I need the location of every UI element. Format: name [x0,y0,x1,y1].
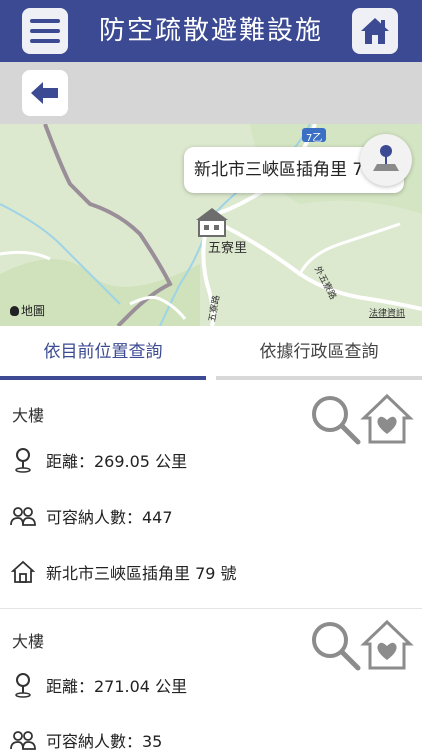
current-location-button[interactable] [360,134,412,186]
facility-type: 大樓 [12,406,45,425]
people-icon [10,503,36,529]
people-icon [10,727,36,753]
arrow-left-icon [31,82,58,104]
capacity-text: 可容納人數：447 [46,508,173,527]
home-button[interactable] [352,8,398,54]
heart-home-icon[interactable] [360,392,414,446]
location-pin-icon [10,672,36,698]
tab-current-location[interactable]: 依目前位置查詢 [0,326,206,382]
address-row: 新北市三峽區插角里 79 號 [10,558,237,586]
page-title: 防空疏散避難設施 [98,16,323,46]
home-icon [361,18,389,44]
app-header: 防空疏散避難設施 [0,0,422,62]
map-pin-icon [373,145,399,171]
card-actions [308,618,414,674]
active-tab-indicator [0,376,206,380]
menu-icon [30,19,60,43]
place-label: 五寮里 [208,241,248,256]
search-icon[interactable] [308,618,362,672]
map-attribution: 地圖 [10,302,45,319]
tab-district[interactable]: 依據行政區查詢 [216,326,422,382]
result-card[interactable]: 大樓 距離：269.05 公里 可容納人數：447 新北市三峽區插角里 79 號 [0,382,422,608]
distance-row: 距離：271.04 公里 [10,671,187,699]
apple-logo-icon [10,306,19,316]
house-icon [10,559,36,585]
back-button[interactable] [22,70,68,116]
road-badge-label: 7乙 [306,133,323,144]
result-card[interactable]: 大樓 距離：271.04 公里 可容納人數：35 [0,608,422,753]
menu-button[interactable] [22,8,68,54]
heart-home-icon[interactable] [360,618,414,672]
capacity-row: 可容納人數：447 [10,502,173,530]
legal-link[interactable]: 法律資訊 [369,306,405,319]
search-icon[interactable] [308,392,362,446]
location-pin-icon [10,447,36,473]
distance-text: 距離：271.04 公里 [46,677,188,696]
distance-text: 距離：269.05 公里 [46,452,188,471]
card-actions [308,392,414,448]
inactive-tab-indicator [216,376,422,380]
search-mode-tabs: 依目前位置查詢 依據行政區查詢 [0,326,422,382]
facility-type: 大樓 [12,632,45,651]
address-text: 新北市三峽區插角里 79 號 [46,564,237,583]
capacity-text: 可容納人數：35 [46,732,163,751]
navigation-bar [0,62,422,124]
distance-row: 距離：269.05 公里 [10,446,187,474]
